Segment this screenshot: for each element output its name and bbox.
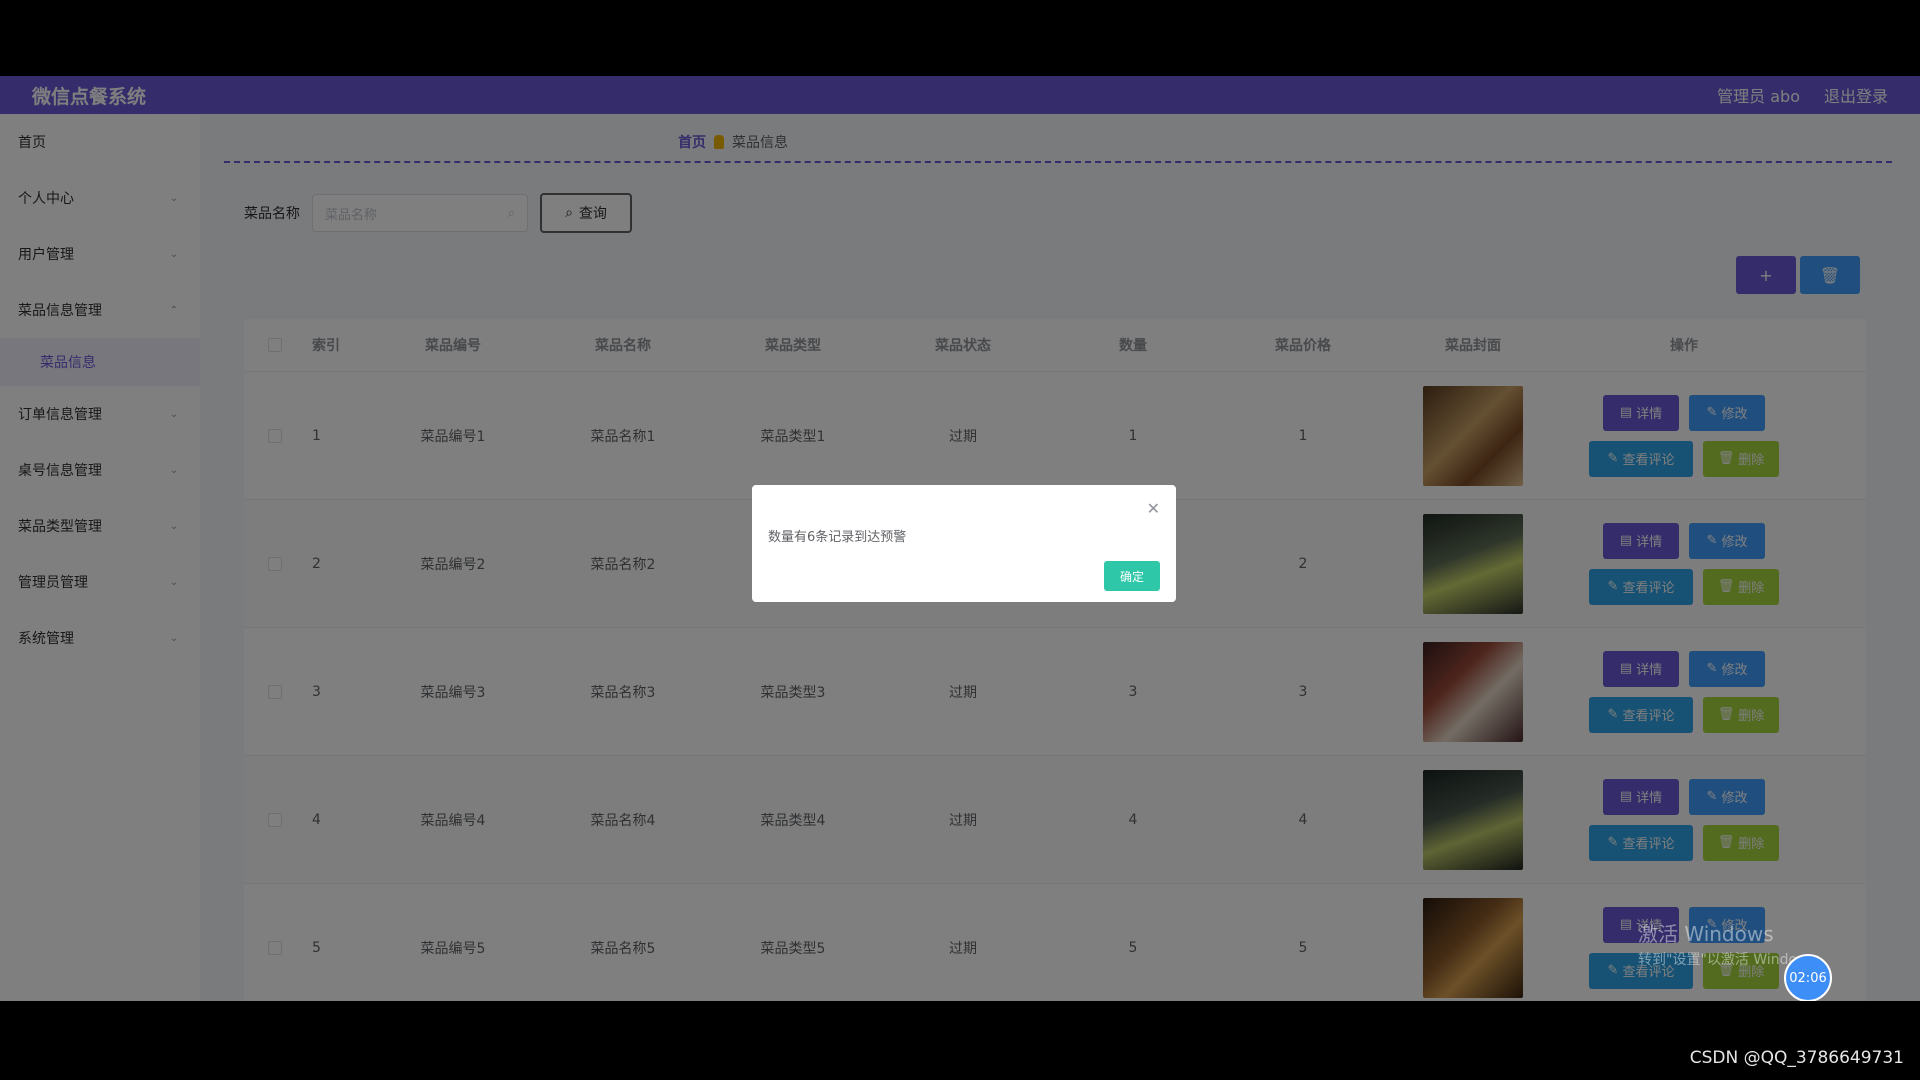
close-icon[interactable]: ✕ <box>1147 499 1160 518</box>
watermark-line1: 激活 Windows <box>1638 922 1774 946</box>
csdn-credit: CSDN @QQ_3786649731 <box>1689 1048 1904 1068</box>
timer-badge[interactable]: 02:06 <box>1784 954 1832 1001</box>
app-screen: 微信点餐系统 管理员 abo 退出登录 首页 个人中心⌄ 用户管理⌄ 菜品信息管… <box>0 76 1920 1001</box>
dialog-message: 数量有6条记录到达预警 <box>768 530 907 545</box>
warning-dialog: ✕ 数量有6条记录到达预警 确定 <box>752 485 1176 602</box>
confirm-button[interactable]: 确定 <box>1104 561 1160 591</box>
